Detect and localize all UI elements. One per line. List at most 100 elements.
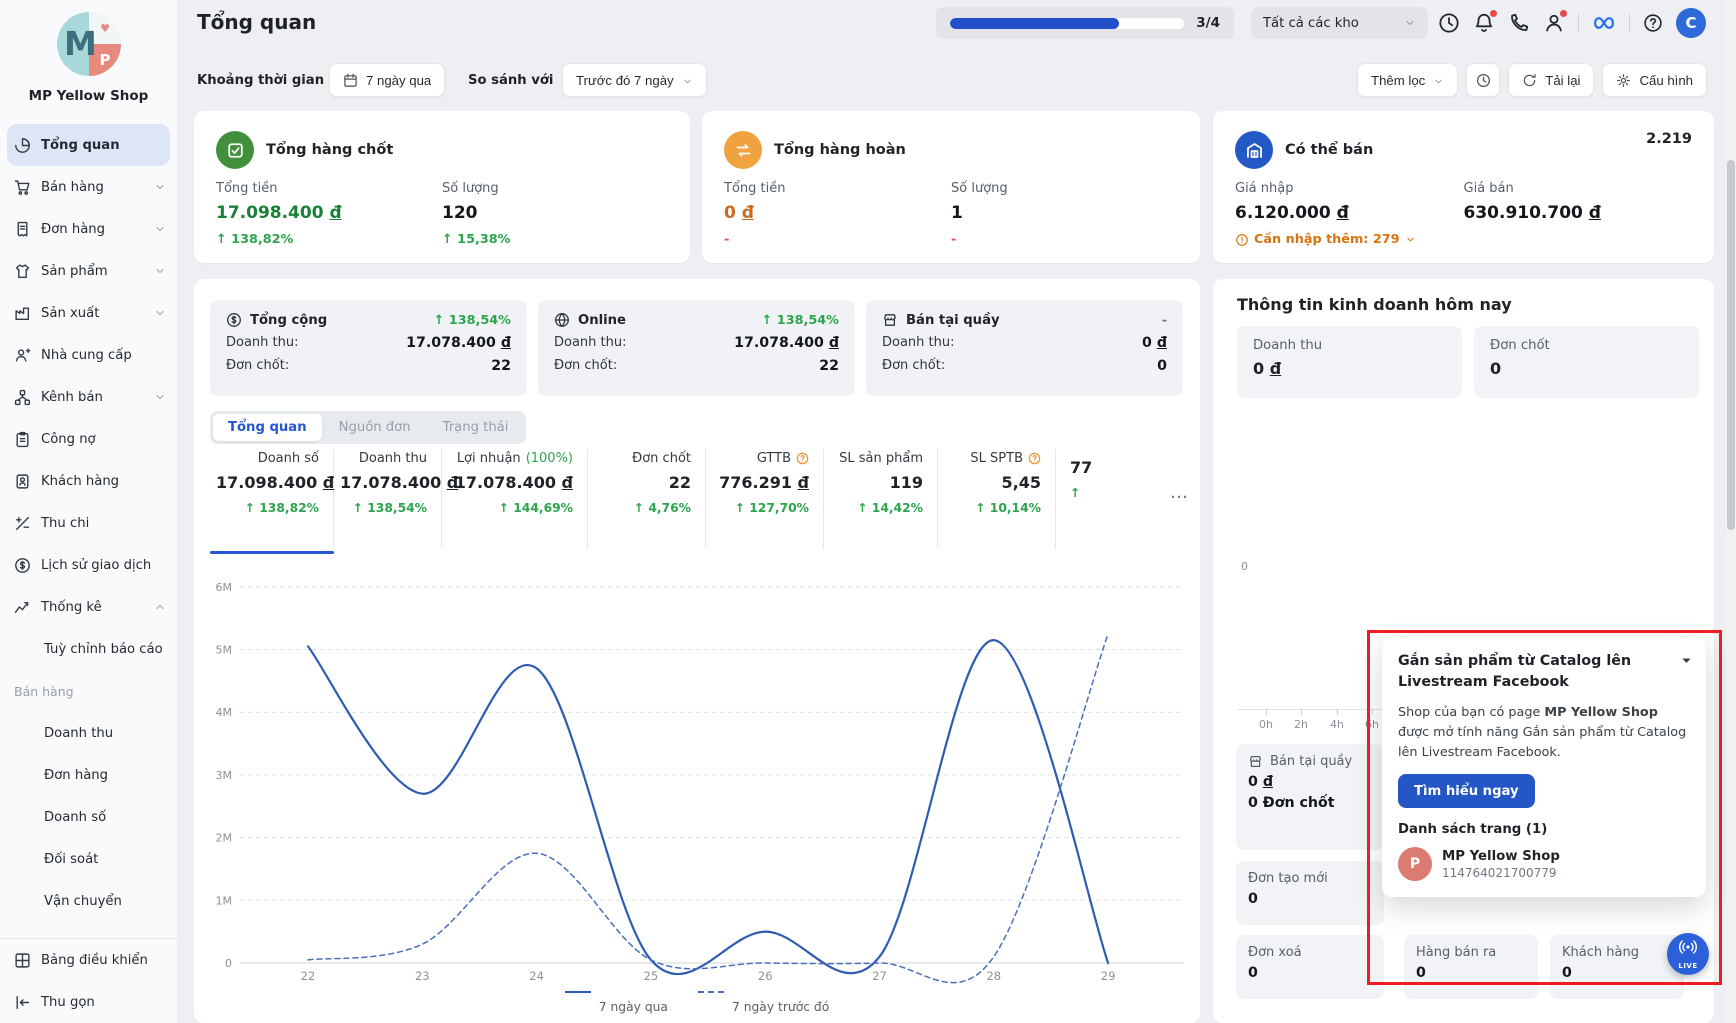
date-range-button[interactable]: 7 ngày qua: [329, 63, 445, 97]
svg-text:24: 24: [529, 969, 544, 983]
caret-down-icon[interactable]: [1680, 652, 1693, 665]
sidebar-item-label: Lịch sử giao dịch: [41, 558, 151, 573]
tab-nguon-don[interactable]: Nguồn đơn: [324, 414, 426, 441]
facebook-page-item[interactable]: P MP Yellow Shop 114764021700779: [1398, 847, 1690, 881]
warehouse-selector[interactable]: Tất cả các kho: [1251, 7, 1428, 39]
question-circle-icon[interactable]: [796, 452, 809, 465]
sidebar-item[interactable]: Sản phẩm: [0, 250, 177, 292]
svg-text:28: 28: [986, 969, 1001, 983]
sidebar-item[interactable]: Sản xuất: [0, 292, 177, 334]
stat-label: Giá nhập: [1235, 181, 1464, 196]
phone-icon[interactable]: [1508, 12, 1530, 34]
sidebar-footer: Bảng điều khiển Thu gọn: [0, 938, 177, 1023]
clock-icon[interactable]: [1438, 12, 1460, 34]
sidebar-item[interactable]: Khách hàng: [0, 460, 177, 502]
legend-previous-period: 7 ngày trước đó: [698, 991, 829, 1022]
filter-actions: Thêm lọc Tải lại Cấu hình: [1357, 63, 1707, 97]
metric-value: 119: [830, 473, 923, 492]
sidebar-item[interactable]: Thống kê: [0, 586, 177, 628]
live-floating-button[interactable]: LIVE: [1667, 933, 1709, 975]
svg-text:2M: 2M: [216, 832, 233, 845]
shop-logo[interactable]: ♥ P M: [57, 12, 121, 76]
tab-tong-quan[interactable]: Tổng quan: [213, 414, 322, 441]
sidebar-item[interactable]: Thu chi: [0, 502, 177, 544]
svg-text:27: 27: [872, 969, 887, 983]
sidebar-item[interactable]: Tuỳ chỉnh báo cáo: [0, 628, 177, 670]
scrollbar-thumb[interactable]: [1727, 160, 1735, 530]
counter-card: Đơn tạo mới0: [1236, 861, 1384, 925]
learn-more-button[interactable]: Tìm hiểu ngay: [1398, 774, 1535, 808]
confirmed-icon: [216, 131, 254, 169]
summary-row-value: 17.078.400 đ: [406, 335, 511, 351]
sidebar-item[interactable]: Đơn hàng: [0, 754, 177, 796]
history-button[interactable]: [1466, 63, 1500, 97]
meta-icon[interactable]: [1592, 12, 1616, 34]
metric-column[interactable]: Đơn chốt22↑ 4,76%: [588, 449, 706, 549]
more-metrics-button[interactable]: …: [1170, 484, 1188, 502]
tab-trang-thai[interactable]: Trạng thái: [428, 414, 524, 441]
metric-label: Lợi nhuận: [457, 451, 521, 466]
sidebar-item[interactable]: Nhà cung cấp: [0, 334, 177, 376]
customer-icon: [14, 473, 31, 490]
metric-column[interactable]: Doanh số17.098.400 đ↑ 138,82%: [210, 449, 334, 549]
metric-column[interactable]: Doanh thu17.078.400 đ↑ 138,54%: [334, 449, 442, 549]
sidebar-item[interactable]: Đối soát: [0, 838, 177, 880]
stat-value: 120: [442, 203, 668, 223]
today-card-value: 0 đ: [1253, 359, 1446, 378]
sidebar-item[interactable]: Doanh thu: [0, 712, 177, 754]
sidebar-item[interactable]: Lịch sử giao dịch: [0, 544, 177, 586]
counter-card: Hàng bán ra0: [1404, 935, 1538, 999]
chevron-down-icon: [1404, 17, 1416, 29]
app-logo[interactable]: C: [1676, 8, 1706, 38]
metric-value: 776.291 đ: [712, 473, 809, 492]
notification-dot: [1560, 10, 1567, 17]
question-circle-icon[interactable]: [1028, 452, 1041, 465]
metric-delta: ↑ 10,14%: [944, 501, 1041, 515]
metric-delta: ↑ 144,69%: [448, 501, 573, 515]
stat-card: Có thể bán2.219Giá nhập6.120.000 đCần nh…: [1213, 111, 1714, 263]
summary-delta: ↑ 138,54%: [434, 313, 511, 328]
sidebar-item[interactable]: Thu gọn: [0, 981, 177, 1023]
config-button[interactable]: Cấu hình: [1602, 63, 1707, 97]
sidebar-item[interactable]: Vận chuyển: [0, 880, 177, 922]
sidebar-item[interactable]: Doanh số: [0, 796, 177, 838]
warehouse-icon: [1235, 131, 1273, 169]
summary-row-label: Đơn chốt:: [882, 358, 945, 374]
metric-column[interactable]: SL sản phẩm119↑ 14,42%: [824, 449, 938, 549]
sidebar-item[interactable]: Đơn hàng: [0, 208, 177, 250]
compare-select[interactable]: Trước đó 7 ngày: [562, 63, 707, 97]
collapse-icon: [14, 994, 31, 1011]
sidebar-section-label: Bán hàng: [0, 670, 177, 712]
sidebar-item[interactable]: Kênh bán: [0, 376, 177, 418]
active-metric-underline: [210, 551, 334, 554]
metric-column[interactable]: SL SPTB5,45↑ 10,14%: [938, 449, 1056, 549]
legend-current-label: 7 ngày qua: [599, 1000, 668, 1014]
metric-column[interactable]: GTTB776.291 đ↑ 127,70%: [706, 449, 824, 549]
onboarding-progress[interactable]: 3/4: [936, 7, 1234, 39]
metric-column[interactable]: Lợi nhuận(100%)17.078.400 đ↑ 144,69%: [442, 449, 588, 549]
user-icon[interactable]: [1543, 12, 1565, 34]
summary-cards: Tổng cộng↑ 138,54%Doanh thu:17.078.400 đ…: [210, 300, 1183, 396]
help-icon[interactable]: [1643, 12, 1663, 34]
stat-card-title: Có thể bán: [1285, 142, 1373, 158]
coin-icon: [14, 557, 31, 574]
sidebar-item-label: Sản phẩm: [41, 264, 108, 279]
metric-column[interactable]: 77↑: [1056, 449, 1112, 549]
sidebar-item[interactable]: Tổng quan: [7, 124, 170, 166]
svg-text:4M: 4M: [216, 706, 233, 719]
sidebar-item-label: Thu gọn: [41, 995, 95, 1010]
reload-button[interactable]: Tải lại: [1508, 63, 1594, 97]
facebook-livestream-popup: Gắn sản phẩm từ Catalog lên Livestream F…: [1382, 637, 1706, 897]
sidebar-item-label: Tổng quan: [41, 138, 120, 153]
sidebar-item-label: Doanh thu: [44, 726, 113, 741]
summary-row-value: 0: [1157, 358, 1167, 374]
sidebar-item[interactable]: Bảng điều khiển: [0, 939, 177, 981]
more-filters-button[interactable]: Thêm lọc: [1357, 63, 1458, 97]
sidebar-item[interactable]: Công nợ: [0, 418, 177, 460]
bell-icon[interactable]: [1473, 12, 1495, 34]
restock-warning[interactable]: Cần nhập thêm: 279: [1235, 232, 1464, 247]
dashboard-page: ♥ P M MP Yellow Shop Tổng quanBán hàngĐơ…: [0, 0, 1736, 1023]
stat-card: Tổng hàng hoànTổng tiền0 đ-Số lượng1-: [702, 111, 1200, 263]
counter-label: Đơn tạo mới: [1248, 871, 1328, 886]
sidebar-item[interactable]: Bán hàng: [0, 166, 177, 208]
